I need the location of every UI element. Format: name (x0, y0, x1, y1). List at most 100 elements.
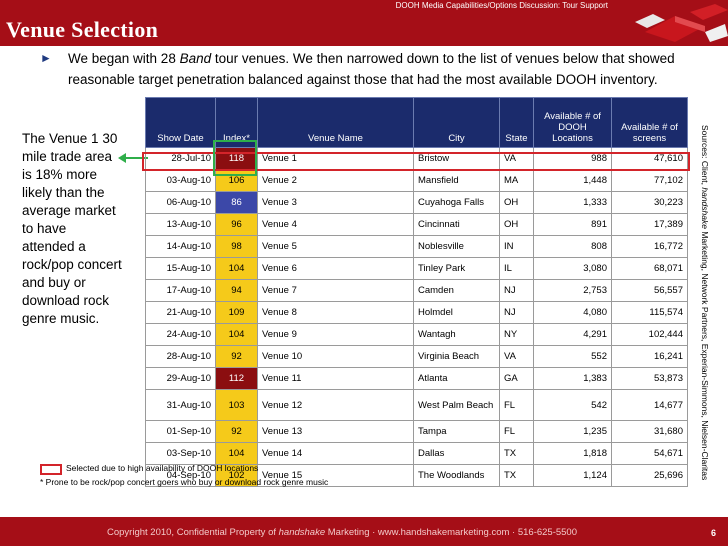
cell-screens: 68,071 (611, 257, 688, 280)
cell-venue-name: Venue 13 (257, 420, 414, 443)
legend-swatch (40, 464, 62, 475)
intro-text: We began with 28 Band tour venues. We th… (68, 51, 675, 87)
cell-screens: 16,772 (611, 235, 688, 258)
table-row: 15-Aug-10 104 Venue 6 Tinley Park IL 3,080 68,… (145, 257, 688, 280)
table-row: 01-Sep-10 92 Venue 13 Tampa FL 1,235 31,680 (145, 420, 688, 443)
cell-screens: 54,671 (611, 442, 688, 465)
cell-index: 109 (215, 301, 258, 324)
cell-dooh-locations: 2,753 (533, 279, 612, 302)
cell-dooh-locations: 552 (533, 345, 612, 368)
cell-dooh-locations: 542 (533, 389, 612, 421)
cell-venue-name: Venue 5 (257, 235, 414, 258)
cell-venue-name: Venue 6 (257, 257, 414, 280)
cell-city: Atlanta (413, 367, 500, 390)
cell-city: Mansfield (413, 169, 500, 192)
table-row: 03-Sep-10 104 Venue 14 Dallas TX 1,818 54,671 (145, 442, 688, 465)
cell-dooh-locations: 1,383 (533, 367, 612, 390)
cell-dooh-locations: 1,124 (533, 464, 612, 487)
table-row: 17-Aug-10 94 Venue 7 Camden NJ 2,753 56,557 (145, 279, 688, 302)
cell-city: Tampa (413, 420, 500, 443)
table-row: 24-Aug-10 104 Venue 9 Wantagh NY 4,291 102,444 (145, 323, 688, 346)
cell-city: Camden (413, 279, 500, 302)
cell-dooh-locations: 891 (533, 213, 612, 236)
cell-show-date: 01-Sep-10 (145, 420, 216, 443)
cell-city: West Palm Beach (413, 389, 500, 421)
cell-dooh-locations: 4,291 (533, 323, 612, 346)
cell-dooh-locations: 1,818 (533, 442, 612, 465)
cell-venue-name: Venue 3 (257, 191, 414, 214)
cell-state: OH (499, 191, 534, 214)
cell-index: 92 (215, 345, 258, 368)
sources-note: Sources: Client, handshake Marketing, Ne… (700, 125, 710, 481)
cell-state: NJ (499, 301, 534, 324)
cell-index: 86 (215, 191, 258, 214)
cell-index: 103 (215, 389, 258, 421)
cell-city: Holmdel (413, 301, 500, 324)
cell-city: Dallas (413, 442, 500, 465)
callout-text: The Venue 1 30 mile trade area is 18% mo… (22, 131, 122, 326)
brand-logo-icon (635, 4, 728, 42)
cell-venue-name: Venue 14 (257, 442, 414, 465)
cell-show-date: 21-Aug-10 (145, 301, 216, 324)
band-name: Band (179, 51, 212, 66)
cell-state: MA (499, 169, 534, 192)
table-row: 06-Aug-10 86 Venue 3 Cuyahoga Falls OH 1,333 3… (145, 191, 688, 214)
cell-dooh-locations: 3,080 (533, 257, 612, 280)
cell-index: 98 (215, 235, 258, 258)
cell-city: Wantagh (413, 323, 500, 346)
cell-show-date: 31-Aug-10 (145, 389, 216, 421)
cell-state: TX (499, 464, 534, 487)
cell-state: VA (499, 345, 534, 368)
intro-paragraph: ► We began with 28 Band tour venues. We … (40, 48, 710, 90)
header-bar: DOOH Media Capabilities/Options Discussi… (0, 0, 728, 46)
cell-dooh-locations: 1,333 (533, 191, 612, 214)
table-row: 31-Aug-10 103 Venue 12 West Palm Beach FL 542… (145, 389, 688, 421)
index-highlight-box (213, 140, 257, 176)
cell-city: Virginia Beach (413, 345, 500, 368)
cell-city: Tinley Park (413, 257, 500, 280)
cell-state: IL (499, 257, 534, 280)
cell-venue-name: Venue 8 (257, 301, 414, 324)
cell-city: Noblesville (413, 235, 500, 258)
cell-state: NJ (499, 279, 534, 302)
cell-state: FL (499, 420, 534, 443)
cell-screens: 115,574 (611, 301, 688, 324)
cell-show-date: 06-Aug-10 (145, 191, 216, 214)
cell-index: 104 (215, 323, 258, 346)
cell-dooh-locations: 4,080 (533, 301, 612, 324)
cell-screens: 30,223 (611, 191, 688, 214)
footer-copyright: Copyright 2010, Confidential Property of… (107, 527, 578, 538)
header-show-date: Show Date (145, 97, 216, 148)
cell-screens: 14,677 (611, 389, 688, 421)
cell-city: The Woodlands (413, 464, 500, 487)
header-screens: Available # of screens (611, 97, 688, 148)
cell-venue-name: Venue 4 (257, 213, 414, 236)
cell-screens: 17,389 (611, 213, 688, 236)
cell-show-date: 24-Aug-10 (145, 323, 216, 346)
cell-show-date: 14-Aug-10 (145, 235, 216, 258)
footer-bar: Copyright 2010, Confidential Property of… (0, 517, 728, 546)
footnote: * Prone to be rock/pop concert goers who… (40, 477, 329, 487)
cell-show-date: 28-Aug-10 (145, 345, 216, 368)
cell-state: FL (499, 389, 534, 421)
cell-screens: 53,873 (611, 367, 688, 390)
table-row: 21-Aug-10 109 Venue 8 Holmdel NJ 4,080 115,574 (145, 301, 688, 324)
cell-city: Cincinnati (413, 213, 500, 236)
cell-index: 94 (215, 279, 258, 302)
cell-index: 112 (215, 367, 258, 390)
cell-venue-name: Venue 11 (257, 367, 414, 390)
cell-screens: 16,241 (611, 345, 688, 368)
header-dooh-locations: Available # of DOOH Locations (533, 97, 612, 148)
table-row: 28-Aug-10 92 Venue 10 Virginia Beach VA 552 16… (145, 345, 688, 368)
right-triangle-icon: ► (40, 51, 52, 65)
cell-dooh-locations: 1,448 (533, 169, 612, 192)
cell-screens: 102,444 (611, 323, 688, 346)
cell-index: 104 (215, 442, 258, 465)
cell-screens: 25,696 (611, 464, 688, 487)
cell-screens: 77,102 (611, 169, 688, 192)
cell-index: 96 (215, 213, 258, 236)
table-row: 29-Aug-10 112 Venue 11 Atlanta GA 1,383 53,873 (145, 367, 688, 390)
cell-show-date: 03-Sep-10 (145, 442, 216, 465)
header-venue-name: Venue Name (257, 97, 414, 148)
deck-subtitle: DOOH Media Capabilities/Options Discussi… (395, 1, 608, 10)
